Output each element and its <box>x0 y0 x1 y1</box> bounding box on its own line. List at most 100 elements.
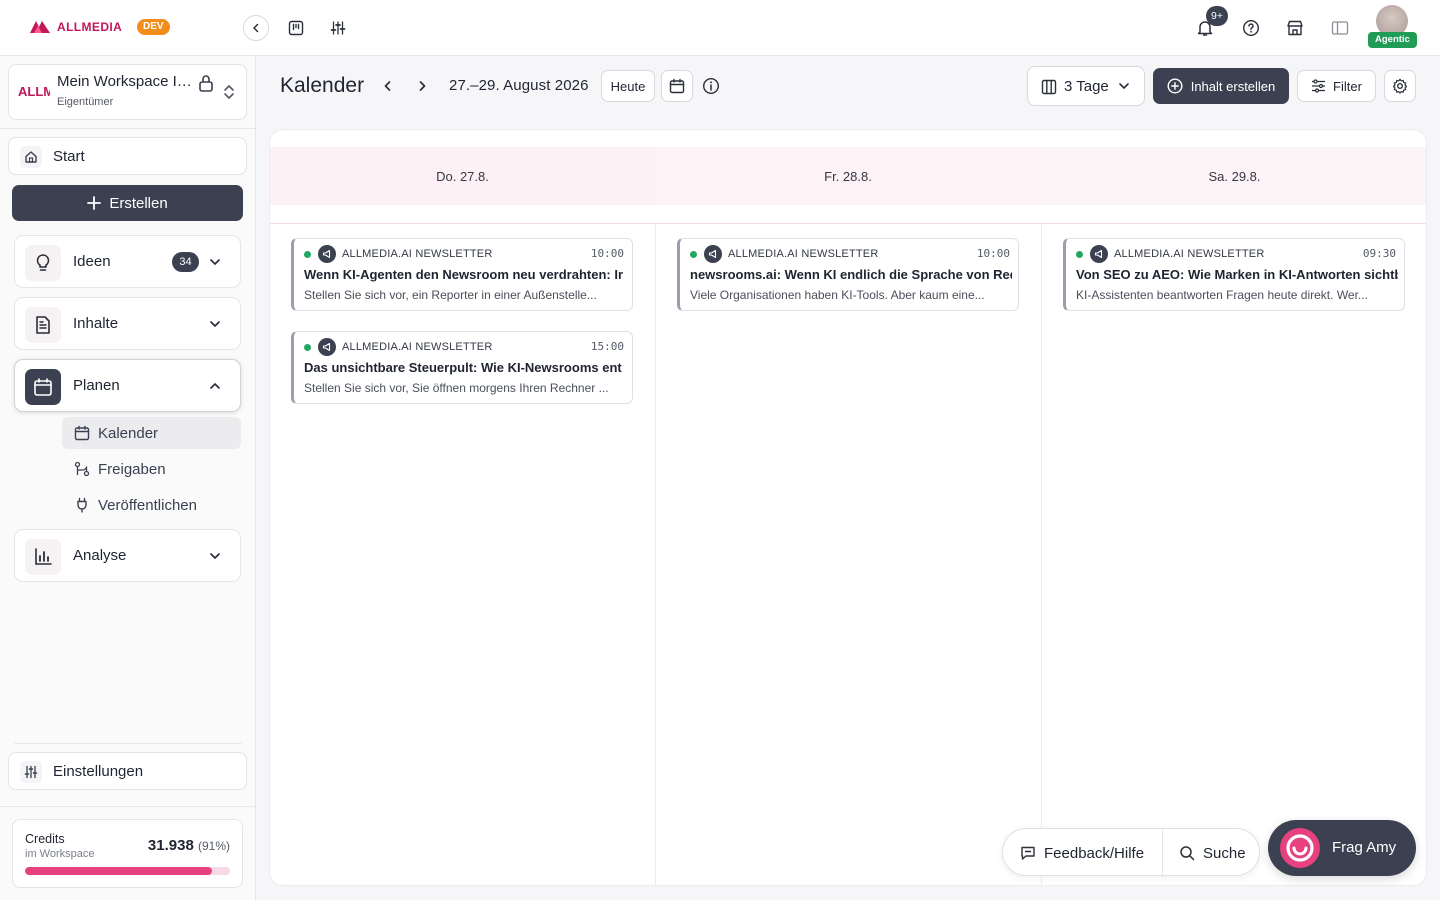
megaphone-icon <box>318 245 336 263</box>
workspace-switcher[interactable]: ALLM Mein Workspace Is... Eigentümer <box>8 64 247 120</box>
event-channel: ALLMEDIA.AI NEWSLETTER <box>1114 248 1265 260</box>
workspace-logo: ALLM <box>18 84 50 99</box>
sidebar-item-label: Kalender <box>98 425 159 442</box>
event-card[interactable]: ALLMEDIA.AI NEWSLETTER 09:30 Von SEO zu AE… <box>1063 238 1405 311</box>
sidebar-panel-icon[interactable] <box>1329 17 1351 39</box>
bar-chart-icon <box>25 539 61 575</box>
date-picker-button[interactable] <box>661 70 693 102</box>
sidebar-item-start[interactable]: Start <box>8 137 247 175</box>
kanban-icon[interactable] <box>285 17 307 39</box>
event-channel: ALLMEDIA.AI NEWSLETTER <box>342 341 493 353</box>
page-title: Kalender <box>280 74 365 97</box>
create-content-button[interactable]: Inhalt erstellen <box>1153 68 1289 104</box>
sliders-icon[interactable] <box>327 17 349 39</box>
create-button[interactable]: Erstellen <box>12 185 243 221</box>
megaphone-icon <box>704 245 722 263</box>
event-time: 10:00 <box>590 247 624 260</box>
chevron-left-icon <box>253 23 259 33</box>
create-content-label: Inhalt erstellen <box>1190 78 1276 94</box>
event-card[interactable]: ALLMEDIA.AI NEWSLETTER 10:00 newsrooms.ai:… <box>677 238 1019 311</box>
chevron-up-icon <box>210 383 220 389</box>
sidebar-group-label: Inhalte <box>73 315 119 332</box>
plus-icon <box>87 196 102 210</box>
sidebar-group-ideen[interactable]: Ideen 34 <box>14 235 241 288</box>
chevron-down-icon <box>210 259 220 265</box>
info-icon[interactable] <box>701 76 721 96</box>
previous-period-button[interactable] <box>378 76 398 96</box>
sidebar-item-kalender[interactable]: Kalender <box>62 417 241 449</box>
plug-icon <box>77 497 87 513</box>
sidebar-group-label: Planen <box>73 377 120 394</box>
store-icon[interactable] <box>1284 17 1306 39</box>
megaphone-icon <box>1090 245 1108 263</box>
sidebar-group-planen[interactable]: Planen <box>14 359 241 412</box>
day-header-sa[interactable]: Sa. 29.8. <box>1041 147 1426 205</box>
event-card[interactable]: ALLMEDIA.AI NEWSLETTER 10:00 Wenn KI-Agent… <box>291 238 633 311</box>
filter-label: Filter <box>1333 78 1362 94</box>
help-icon[interactable] <box>1240 17 1262 39</box>
sidebar-group-inhalte[interactable]: Inhalte <box>14 297 241 350</box>
divider <box>0 128 256 129</box>
calendar-settings-button[interactable] <box>1384 70 1416 102</box>
calendar-header: Do. 27.8. Fr. 28.8. Sa. 29.8. <box>270 147 1426 205</box>
lock-icon[interactable] <box>198 74 214 92</box>
allmedia-logo-icon <box>30 21 50 33</box>
sidebar-group-label: Ideen <box>73 253 111 270</box>
chevron-up-down-icon <box>224 85 234 99</box>
plus-circle-icon <box>1167 78 1183 94</box>
event-description: Stellen Sie sich vor, Sie öffnen morgens… <box>304 381 609 395</box>
sidebar-item-einstellungen[interactable]: Einstellungen <box>8 752 247 790</box>
next-period-button[interactable] <box>412 76 432 96</box>
filter-icon <box>1312 79 1326 93</box>
divider <box>0 806 256 807</box>
credits-percent: (91%) <box>197 839 230 853</box>
event-description: Viele Organisationen haben KI-Tools. Abe… <box>690 288 985 302</box>
credits-value: 31.938 (91%) <box>147 837 230 854</box>
event-title: Das unsichtbare Steuerpult: Wie KI-Newsr… <box>304 360 622 375</box>
feedback-button[interactable]: Feedback/Hilfe <box>1020 829 1144 877</box>
view-range-value: 3 Tage <box>1064 78 1109 95</box>
event-time: 15:00 <box>590 340 624 353</box>
env-badge: DEV <box>137 19 170 35</box>
amy-avatar-icon <box>1280 828 1320 868</box>
today-button-label: Heute <box>610 78 646 94</box>
view-range-select[interactable]: 3 Tage <box>1027 66 1145 106</box>
search-button[interactable]: Suche <box>1179 829 1246 877</box>
event-title: Wenn KI-Agenten den Newsroom neu verdrah… <box>304 267 624 282</box>
day-header-do[interactable]: Do. 27.8. <box>270 147 655 205</box>
status-dot <box>690 251 697 258</box>
sidebar-item-veroeffentlichen[interactable]: Veröffentlichen <box>62 489 241 521</box>
filter-button[interactable]: Filter <box>1297 70 1376 102</box>
brand-name[interactable]: ALLMEDIA <box>57 20 122 34</box>
ask-amy-button[interactable]: Frag Amy <box>1268 820 1416 876</box>
notification-count-badge: 9+ <box>1206 6 1228 26</box>
calendar-grid: Do. 27.8. Fr. 28.8. Sa. 29.8. ALLMEDIA.A… <box>269 129 1427 886</box>
sidebar-group-analyse[interactable]: Analyse <box>14 529 241 582</box>
columns-icon <box>1041 79 1057 95</box>
event-channel: ALLMEDIA.AI NEWSLETTER <box>342 248 493 260</box>
sidebar-item-freigaben[interactable]: Freigaben <box>62 453 241 485</box>
sliders-icon <box>20 761 42 783</box>
event-card[interactable]: ALLMEDIA.AI NEWSLETTER 15:00 Das unsichtba… <box>291 331 633 404</box>
chevron-left-icon <box>384 81 391 91</box>
divider <box>14 743 242 744</box>
sidebar: ALLMEDIA DEV ALLM Mein Workspace Is... E… <box>0 0 256 900</box>
agentic-badge: Agentic <box>1368 32 1417 48</box>
event-title: Von SEO zu AEO: Wie Marken in KI-Antwort… <box>1076 267 1398 282</box>
create-button-label: Erstellen <box>109 194 168 212</box>
sidebar-group-label: Analyse <box>73 547 127 564</box>
workspace-role: Eigentümer <box>57 96 114 108</box>
credits-card: Credits im Workspace 31.938 (91%) <box>12 819 243 888</box>
sidebar-item-label: Einstellungen <box>53 763 144 780</box>
lightbulb-icon <box>25 245 61 281</box>
top-bar: 9+ Agentic <box>256 0 1440 56</box>
sidebar-item-label: Freigaben <box>98 461 166 478</box>
collapse-sidebar-button[interactable] <box>243 15 269 41</box>
chevron-down-icon <box>210 321 220 327</box>
chevron-down-icon <box>210 553 220 559</box>
event-description: Stellen Sie sich vor, ein Reporter in ei… <box>304 288 597 302</box>
today-button[interactable]: Heute <box>601 70 655 102</box>
divider <box>270 223 1426 224</box>
chevron-down-icon <box>1119 83 1129 89</box>
day-header-fr[interactable]: Fr. 28.8. <box>655 147 1041 205</box>
